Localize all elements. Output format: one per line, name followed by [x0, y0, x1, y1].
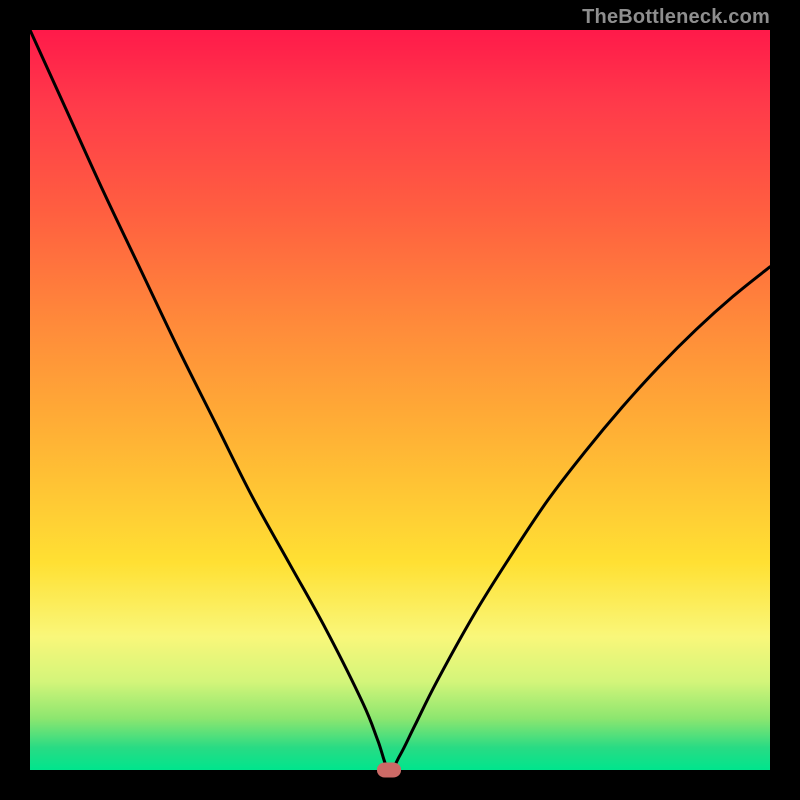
optimum-marker: [377, 763, 401, 778]
bottleneck-curve: [30, 30, 770, 770]
plot-area: [30, 30, 770, 770]
chart-frame: TheBottleneck.com: [0, 0, 800, 800]
watermark-text: TheBottleneck.com: [582, 6, 770, 29]
